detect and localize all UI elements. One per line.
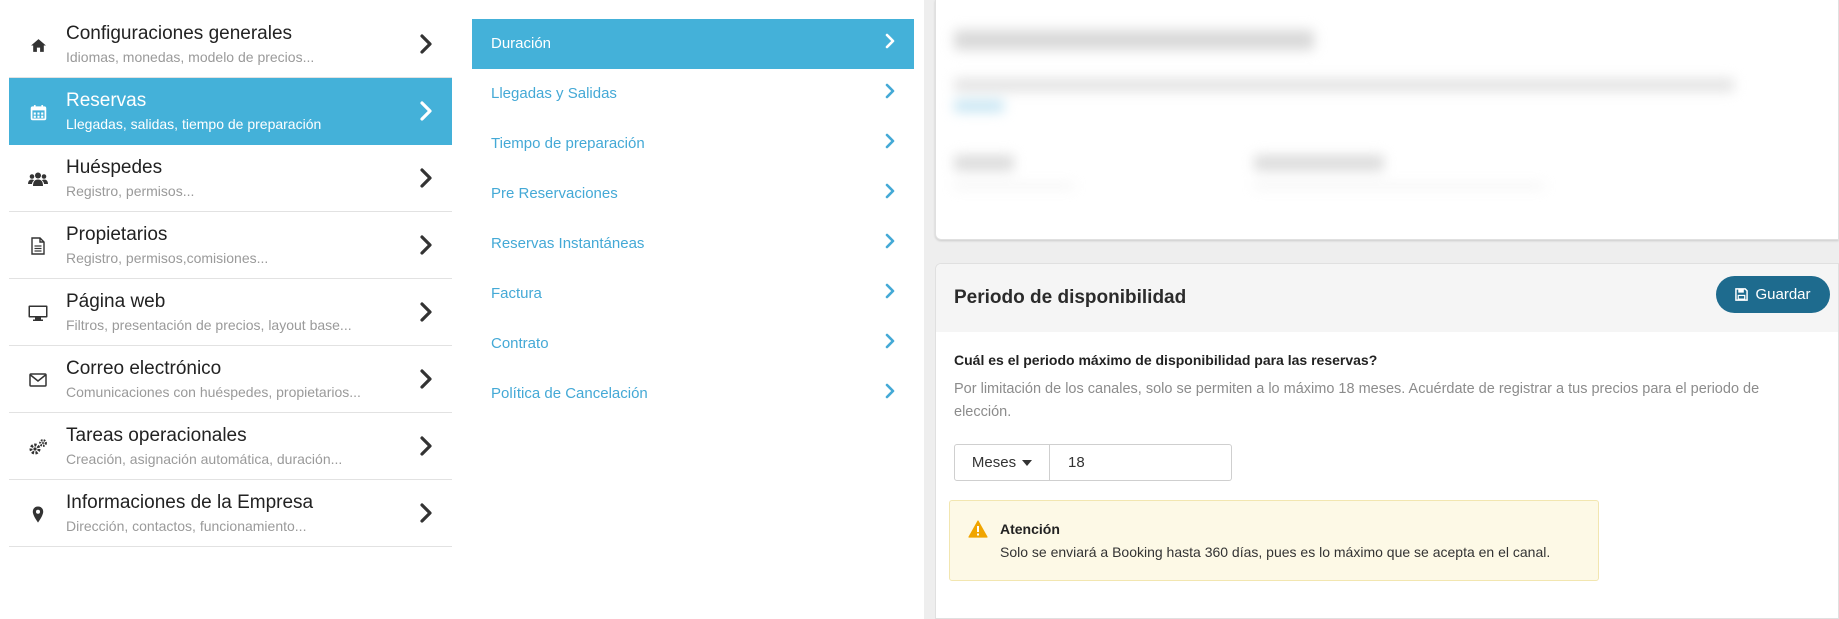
availability-question: Cuál es el periodo máximo de disponibili…	[954, 352, 1378, 368]
submenu-item-label: Pre Reservaciones	[491, 185, 618, 202]
document-icon	[27, 236, 49, 256]
submenu-item-label: Factura	[491, 285, 542, 302]
sidebar-item-configuraciones-generales[interactable]: Configuraciones generales Idiomas, moned…	[9, 11, 452, 78]
chevron-right-icon	[885, 233, 895, 249]
availability-help-text: Por limitación de los canales, solo se p…	[954, 381, 1760, 420]
chevron-right-icon	[420, 369, 432, 389]
sidebar-item-title: Tareas operacionales	[66, 425, 247, 446]
sidebar-item-huespedes[interactable]: Huéspedes Registro, permisos...	[9, 145, 452, 212]
settings-sidebar: Configuraciones generales Idiomas, moned…	[9, 11, 452, 547]
chevron-right-icon	[420, 503, 432, 523]
submenu-item-reservas-instantaneas[interactable]: Reservas Instantáneas	[472, 219, 914, 269]
card-header: Periodo de disponibilidad Guardar	[936, 264, 1838, 332]
chevron-right-icon	[885, 383, 895, 399]
sidebar-item-subtitle: Dirección, contactos, funcionamiento...	[66, 518, 307, 534]
submenu-item-contrato[interactable]: Contrato	[472, 319, 914, 369]
sidebar-item-title: Propietarios	[66, 224, 168, 245]
sidebar-item-subtitle: Registro, permisos,comisiones...	[66, 250, 269, 266]
settings-page: Configuraciones generales Idiomas, moned…	[0, 0, 1839, 619]
floppy-disk-icon	[1735, 288, 1749, 301]
sidebar-item-subtitle: Creación, asignación automática, duració…	[66, 451, 343, 467]
chevron-right-icon	[420, 436, 432, 456]
chevron-right-icon	[420, 34, 432, 54]
sidebar-item-subtitle: Comunicaciones con huéspedes, propietari…	[66, 384, 361, 400]
chevron-right-icon	[885, 333, 895, 349]
sidebar-item-title: Huéspedes	[66, 157, 163, 178]
submenu-item-factura[interactable]: Factura	[472, 269, 914, 319]
save-button-label: Guardar	[1755, 286, 1811, 303]
submenu-item-label: Contrato	[491, 335, 549, 352]
submenu-item-label: Tiempo de preparación	[491, 135, 645, 152]
unit-dropdown[interactable]: Meses	[954, 444, 1050, 481]
period-value-input[interactable]	[1050, 444, 1232, 481]
sidebar-item-title: Informaciones de la Empresa	[66, 492, 314, 513]
sidebar-item-subtitle: Llegadas, salidas, tiempo de preparación	[66, 116, 322, 132]
sidebar-item-informaciones-empresa[interactable]: Informaciones de la Empresa Dirección, c…	[9, 480, 452, 547]
submenu-item-tiempo-preparacion[interactable]: Tiempo de preparación	[472, 119, 914, 169]
caret-down-icon	[1022, 459, 1033, 466]
blurred-settings-card	[935, 0, 1839, 240]
alert-title: Atención	[1000, 521, 1060, 537]
submenu-item-politica-cancelacion[interactable]: Política de Cancelación	[472, 369, 914, 419]
monitor-icon	[27, 303, 49, 323]
users-icon	[27, 169, 49, 189]
availability-period-control: Meses	[954, 444, 1232, 481]
unit-dropdown-label: Meses	[971, 454, 1017, 471]
chevron-right-icon	[420, 168, 432, 188]
chevron-right-icon	[885, 183, 895, 199]
calendar-icon	[27, 102, 49, 122]
reservas-submenu: Duración Llegadas y Salidas Tiempo de pr…	[472, 19, 914, 419]
envelope-icon	[27, 370, 49, 390]
sidebar-item-title: Correo electrónico	[66, 358, 222, 379]
card-title: Periodo de disponibilidad	[954, 287, 1187, 308]
gears-icon	[27, 437, 49, 457]
sidebar-item-subtitle: Registro, permisos...	[66, 183, 195, 199]
sidebar-item-pagina-web[interactable]: Página web Filtros, presentación de prec…	[9, 279, 452, 346]
sidebar-item-title: Reservas	[66, 90, 147, 111]
submenu-item-llegadas-salidas[interactable]: Llegadas y Salidas	[472, 69, 914, 119]
warning-alert: Atención Solo se enviará a Booking hasta…	[949, 500, 1599, 581]
sidebar-item-tareas-operacionales[interactable]: Tareas operacionales Creación, asignació…	[9, 413, 452, 480]
sidebar-item-title: Página web	[66, 291, 166, 312]
sidebar-item-reservas[interactable]: Reservas Llegadas, salidas, tiempo de pr…	[9, 78, 452, 145]
submenu-item-duracion[interactable]: Duración	[472, 19, 914, 69]
alert-message: Solo se enviará a Booking hasta 360 días…	[1000, 544, 1551, 560]
save-button[interactable]: Guardar	[1716, 276, 1830, 313]
sidebar-item-propietarios[interactable]: Propietarios Registro, permisos,comision…	[9, 212, 452, 279]
submenu-item-label: Duración	[491, 35, 552, 52]
submenu-item-label: Llegadas y Salidas	[491, 85, 617, 102]
submenu-item-label: Política de Cancelación	[491, 385, 648, 402]
blurred-content	[936, 0, 1838, 239]
chevron-right-icon	[885, 83, 895, 99]
sidebar-item-title: Configuraciones generales	[66, 23, 293, 44]
sidebar-item-correo-electronico[interactable]: Correo electrónico Comunicaciones con hu…	[9, 346, 452, 413]
submenu-item-pre-reservaciones[interactable]: Pre Reservaciones	[472, 169, 914, 219]
disponibilidad-card: Periodo de disponibilidad Guardar Cuál e…	[935, 263, 1839, 619]
chevron-right-icon	[420, 235, 432, 255]
chevron-right-icon	[885, 283, 895, 299]
warning-icon	[968, 520, 988, 538]
chevron-right-icon	[885, 133, 895, 149]
chevron-right-icon	[420, 101, 432, 121]
home-icon	[27, 35, 49, 55]
chevron-right-icon	[885, 33, 895, 49]
sidebar-item-subtitle: Idiomas, monedas, modelo de precios...	[66, 49, 315, 65]
map-pin-icon	[27, 504, 49, 524]
submenu-item-label: Reservas Instantáneas	[491, 235, 645, 252]
chevron-right-icon	[420, 302, 432, 322]
sidebar-item-subtitle: Filtros, presentación de precios, layout…	[66, 317, 352, 333]
